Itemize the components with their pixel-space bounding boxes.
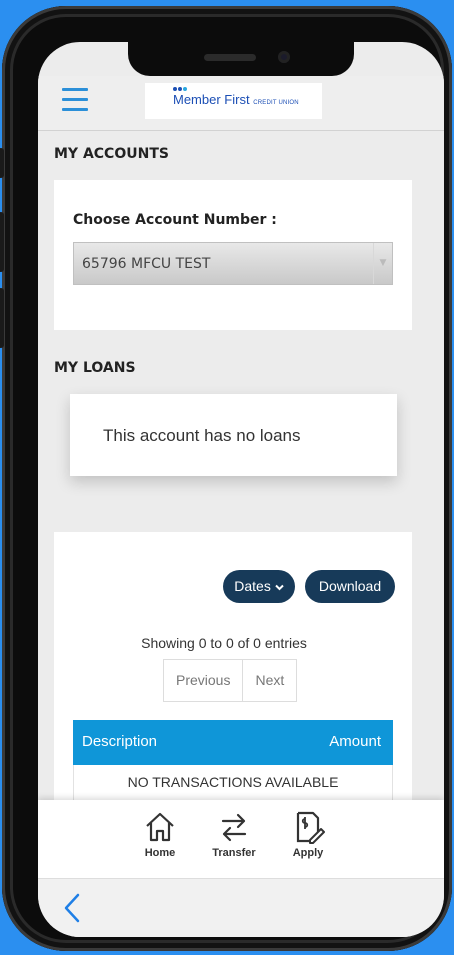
no-transactions-message: NO TRANSACTIONS AVAILABLE xyxy=(127,774,339,790)
menu-icon[interactable] xyxy=(62,88,88,111)
account-select[interactable]: 65796 MFCU TEST ▼ xyxy=(73,242,393,285)
no-loans-message: This account has no loans xyxy=(103,426,301,445)
home-icon xyxy=(146,812,174,842)
camera xyxy=(278,51,290,63)
dates-button[interactable]: Dates xyxy=(223,570,295,603)
nav-home[interactable]: Home xyxy=(130,810,190,859)
nav-apply[interactable]: Apply xyxy=(278,810,338,859)
browser-bar xyxy=(38,878,444,937)
entries-info: Showing 0 to 0 of 0 entries xyxy=(141,635,307,651)
download-button[interactable]: Download xyxy=(305,570,395,603)
nav-apply-label: Apply xyxy=(292,847,324,859)
volume-up-button xyxy=(0,212,4,272)
logo-subtitle: CREDIT UNION xyxy=(253,100,299,106)
phone-frame: Member First CREDIT UNION MY ACCOUNTS Ch… xyxy=(0,6,452,951)
accounts-card: Choose Account Number : 65796 MFCU TEST … xyxy=(54,180,412,330)
column-amount[interactable]: Amount xyxy=(329,733,381,750)
next-button[interactable]: Next xyxy=(242,660,296,701)
my-loans-title: MY LOANS xyxy=(54,360,136,376)
transactions-card: Dates Download Showing 0 to 0 of 0 entri… xyxy=(54,532,412,832)
nav-home-label: Home xyxy=(144,847,176,859)
mute-switch xyxy=(0,148,4,178)
choose-account-label: Choose Account Number : xyxy=(73,212,277,228)
app-header: Member First CREDIT UNION xyxy=(38,76,444,131)
nav-transfer-label: Transfer xyxy=(212,847,256,859)
pagination: Previous Next xyxy=(163,659,298,702)
chevron-down-icon: ▼ xyxy=(373,243,392,284)
app-screen: Member First CREDIT UNION MY ACCOUNTS Ch… xyxy=(38,42,444,937)
table-row: NO TRANSACTIONS AVAILABLE xyxy=(73,765,393,805)
transfer-icon xyxy=(221,813,247,842)
logo-text: Member First CREDIT UNION xyxy=(173,92,299,107)
speaker xyxy=(204,54,256,61)
back-arrow-icon[interactable] xyxy=(64,893,80,923)
apply-icon xyxy=(296,811,325,844)
notch xyxy=(128,42,354,76)
volume-down-button xyxy=(0,288,4,348)
column-description[interactable]: Description xyxy=(82,733,157,750)
previous-button[interactable]: Previous xyxy=(164,660,242,701)
dates-label: Dates xyxy=(234,578,271,594)
chevron-down-icon xyxy=(275,584,284,591)
my-accounts-title: MY ACCOUNTS xyxy=(54,146,169,162)
nav-transfer[interactable]: Transfer xyxy=(204,810,264,859)
loans-card: This account has no loans xyxy=(70,394,397,476)
bottom-nav: Home Transfer Apply xyxy=(38,800,444,878)
logo[interactable]: Member First CREDIT UNION xyxy=(145,83,322,119)
account-select-value: 65796 MFCU TEST xyxy=(82,256,211,272)
logo-name: Member First xyxy=(173,92,250,107)
transactions-table-header: Description Amount xyxy=(73,720,393,765)
